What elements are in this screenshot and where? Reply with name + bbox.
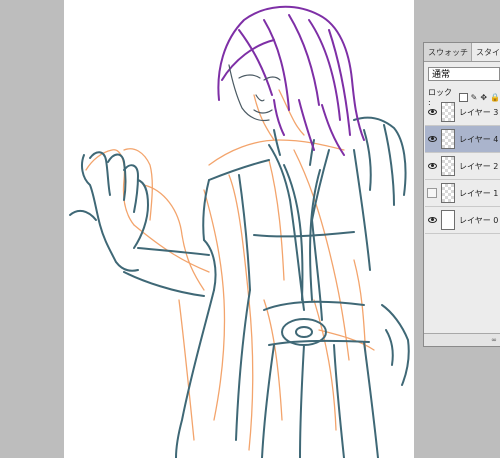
- layers-panel: スウォッチ スタイル 通常 ロック : ✎ ✥ 🔒 レイヤー 3 レイヤー 4 …: [423, 42, 500, 347]
- layer-name: レイヤー 0: [459, 215, 499, 225]
- layer-thumbnail: [441, 129, 455, 149]
- layer-name: レイヤー 2: [459, 161, 499, 171]
- layer-name: レイヤー 3: [459, 107, 499, 117]
- face-lineart: [228, 64, 281, 122]
- eye-icon[interactable]: [425, 214, 439, 226]
- layer-row-selected[interactable]: レイヤー 4: [425, 126, 500, 153]
- blend-mode-select[interactable]: 通常: [428, 67, 500, 81]
- visibility-toggle-off[interactable]: [427, 188, 437, 198]
- hair-lineart: [217, 5, 365, 156]
- sketch-artwork: [69, 5, 410, 458]
- tab-swatches[interactable]: スウォッチ: [424, 43, 472, 61]
- layer-row[interactable]: レイヤー 1: [425, 180, 500, 207]
- layer-thumbnail: [441, 102, 455, 122]
- layer-name: レイヤー 4: [459, 134, 499, 144]
- layer-thumbnail: [441, 156, 455, 176]
- layer-row[interactable]: レイヤー 3: [425, 99, 500, 126]
- eye-icon[interactable]: [425, 106, 439, 118]
- link-icon[interactable]: ∞: [491, 336, 497, 344]
- tab-styles[interactable]: スタイル: [472, 43, 500, 61]
- layer-row[interactable]: レイヤー 2: [425, 153, 500, 180]
- layer-row[interactable]: レイヤー 0: [425, 207, 500, 234]
- panel-footer: ∞: [424, 333, 500, 346]
- eye-icon[interactable]: [425, 133, 439, 145]
- eye-icon[interactable]: [425, 160, 439, 172]
- layer-name: レイヤー 1: [459, 188, 499, 198]
- layer-list: レイヤー 3 レイヤー 4 レイヤー 2 レイヤー 1 レイヤー 0: [425, 99, 500, 234]
- drawing-canvas[interactable]: [64, 0, 414, 458]
- panel-tabs: スウォッチ スタイル: [424, 43, 500, 62]
- layer-thumbnail: [441, 210, 455, 230]
- body-lineart: [69, 116, 410, 458]
- layer-thumbnail: [441, 183, 455, 203]
